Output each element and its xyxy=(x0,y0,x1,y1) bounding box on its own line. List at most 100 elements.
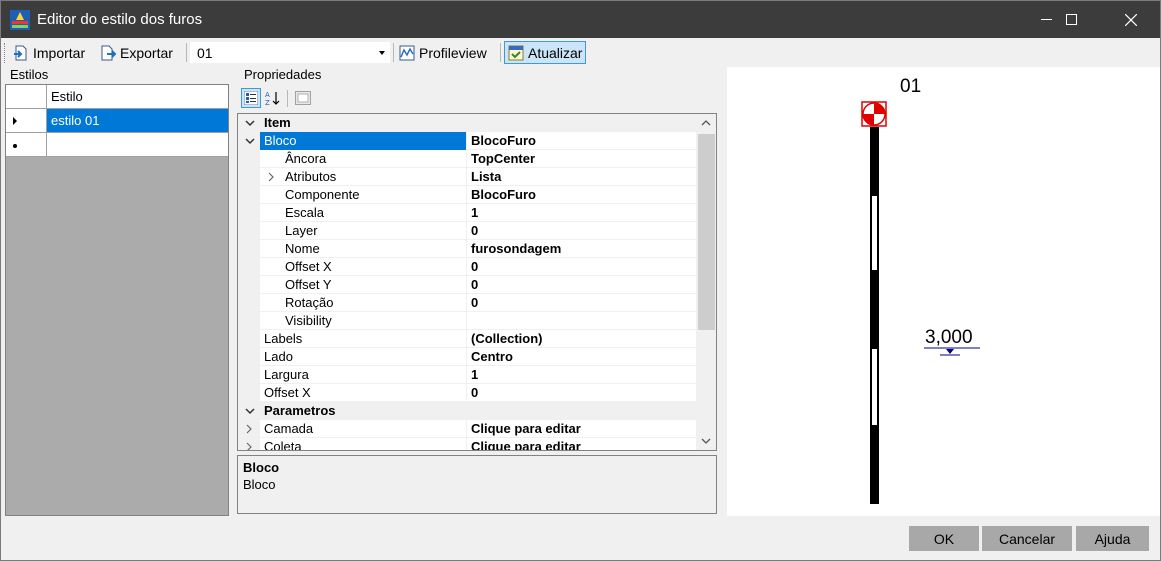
property-row[interactable]: Nome furosondagem xyxy=(238,240,696,258)
scroll-up-button[interactable] xyxy=(696,114,716,132)
chevron-down-icon xyxy=(379,51,385,55)
property-row[interactable]: Offset Y 0 xyxy=(238,276,696,294)
estilo-column-header[interactable]: Estilo xyxy=(47,85,228,109)
property-row[interactable]: Offset X 0 xyxy=(238,384,696,402)
borehole-column xyxy=(870,127,879,504)
borehole-marker-icon xyxy=(861,101,887,127)
table-row[interactable]: estilo 01 xyxy=(6,109,228,133)
property-description: Bloco Bloco xyxy=(237,455,717,514)
property-row[interactable]: Componente BlocoFuro xyxy=(238,186,696,204)
row-gutter xyxy=(238,276,260,294)
category-row-item[interactable]: Item xyxy=(238,114,696,132)
expand-icon[interactable] xyxy=(266,172,276,182)
category-row-parametros[interactable]: Parametros xyxy=(238,402,696,420)
table-row[interactable] xyxy=(6,133,228,157)
property-row[interactable]: Offset X 0 xyxy=(238,258,696,276)
property-row[interactable]: Atributos Lista xyxy=(238,168,696,186)
propriedades-group-label: Propriedades xyxy=(244,67,322,82)
property-name: Bloco xyxy=(264,133,297,148)
window-title: Editor do estilo dos furos xyxy=(37,11,203,28)
property-value[interactable]: 0 xyxy=(466,276,696,294)
categorized-button[interactable] xyxy=(241,88,261,108)
row-header[interactable] xyxy=(6,133,47,157)
property-pages-button[interactable] xyxy=(293,88,313,108)
property-value[interactable]: (Collection) xyxy=(466,330,696,348)
property-value[interactable]: 0 xyxy=(466,384,696,402)
alphabetical-button[interactable]: A Z xyxy=(263,88,283,108)
row-gutter xyxy=(238,384,260,402)
property-row[interactable]: Lado Centro xyxy=(238,348,696,366)
borehole-segment-light xyxy=(872,349,877,425)
property-value[interactable]: 1 xyxy=(466,366,696,384)
export-button[interactable]: Exportar xyxy=(97,41,176,64)
property-row[interactable]: Largura 1 xyxy=(238,366,696,384)
new-row-icon xyxy=(13,144,17,148)
toolbar-separator xyxy=(186,43,187,62)
property-value[interactable]: Clique para editar xyxy=(466,420,696,438)
property-value[interactable]: 1 xyxy=(466,204,696,222)
property-grid: Item Bloco BlocoFuro Âncora TopCenter At… xyxy=(237,113,717,451)
property-value[interactable]: TopCenter xyxy=(466,150,696,168)
property-value[interactable]: BlocoFuro xyxy=(466,132,696,150)
collapse-icon[interactable] xyxy=(244,405,256,417)
expand-icon[interactable] xyxy=(244,442,254,451)
preview-canvas: 01 3,000 xyxy=(727,67,1160,516)
property-scrollbar[interactable] xyxy=(696,114,716,450)
property-value[interactable] xyxy=(466,312,696,330)
categorized-icon xyxy=(244,91,258,105)
estilos-group-label: Estilos xyxy=(10,67,49,82)
description-title: Bloco xyxy=(243,460,280,475)
property-row[interactable]: Layer 0 xyxy=(238,222,696,240)
property-value[interactable]: Clique para editar xyxy=(466,438,696,450)
expand-icon[interactable] xyxy=(244,424,254,434)
estilo-cell[interactable]: estilo 01 xyxy=(47,109,228,133)
close-icon xyxy=(1125,13,1137,26)
row-gutter xyxy=(238,294,260,312)
row-gutter xyxy=(238,222,260,240)
property-value[interactable]: 0 xyxy=(466,258,696,276)
property-value[interactable]: 0 xyxy=(466,294,696,312)
scroll-thumb[interactable] xyxy=(698,134,715,330)
property-value[interactable]: 0 xyxy=(466,222,696,240)
collapse-icon[interactable] xyxy=(244,135,256,147)
property-value[interactable]: BlocoFuro xyxy=(466,186,696,204)
row-header[interactable] xyxy=(6,109,47,133)
estilo-cell[interactable] xyxy=(47,133,228,157)
property-name: Offset X xyxy=(285,259,332,274)
profileview-label: Profileview xyxy=(419,44,487,61)
category-label: Parametros xyxy=(264,403,336,418)
property-value[interactable]: furosondagem xyxy=(466,240,696,258)
toolbar-grip[interactable] xyxy=(4,43,7,63)
property-name: Nome xyxy=(285,241,320,256)
property-row-bloco[interactable]: Bloco BlocoFuro xyxy=(238,132,696,150)
property-name: Visibility xyxy=(285,313,332,328)
scroll-down-button[interactable] xyxy=(696,432,716,450)
property-row[interactable]: Rotação 0 xyxy=(238,294,696,312)
property-row[interactable]: Coleta Clique para editar xyxy=(238,438,696,451)
row-gutter xyxy=(238,186,260,204)
property-row[interactable]: Escala 1 xyxy=(238,204,696,222)
property-value[interactable]: Centro xyxy=(466,348,696,366)
cancel-button[interactable]: Cancelar xyxy=(982,526,1072,551)
profileview-button[interactable]: Profileview xyxy=(396,41,490,64)
close-button[interactable] xyxy=(1105,1,1157,38)
help-button[interactable]: Ajuda xyxy=(1076,526,1149,551)
atualizar-label: Atualizar xyxy=(528,44,583,61)
atualizar-button[interactable]: Atualizar xyxy=(504,41,587,64)
svg-text:A: A xyxy=(265,91,270,99)
property-name: Layer xyxy=(285,223,318,238)
property-row[interactable]: Camada Clique para editar xyxy=(238,420,696,438)
style-combo[interactable]: 01 xyxy=(190,42,390,63)
ok-button[interactable]: OK xyxy=(909,526,979,551)
import-button[interactable]: Importar xyxy=(10,41,88,64)
property-row[interactable]: Visibility xyxy=(238,312,696,330)
property-row[interactable]: Âncora TopCenter xyxy=(238,150,696,168)
borehole-segment-light xyxy=(872,196,877,270)
maximize-button[interactable] xyxy=(1045,1,1097,38)
property-row[interactable]: Labels (Collection) xyxy=(238,330,696,348)
collapse-icon[interactable] xyxy=(244,117,256,129)
property-pages-icon xyxy=(295,91,311,105)
property-name: Rotação xyxy=(285,295,334,310)
property-value[interactable]: Lista xyxy=(466,168,696,186)
row-gutter xyxy=(238,258,260,276)
